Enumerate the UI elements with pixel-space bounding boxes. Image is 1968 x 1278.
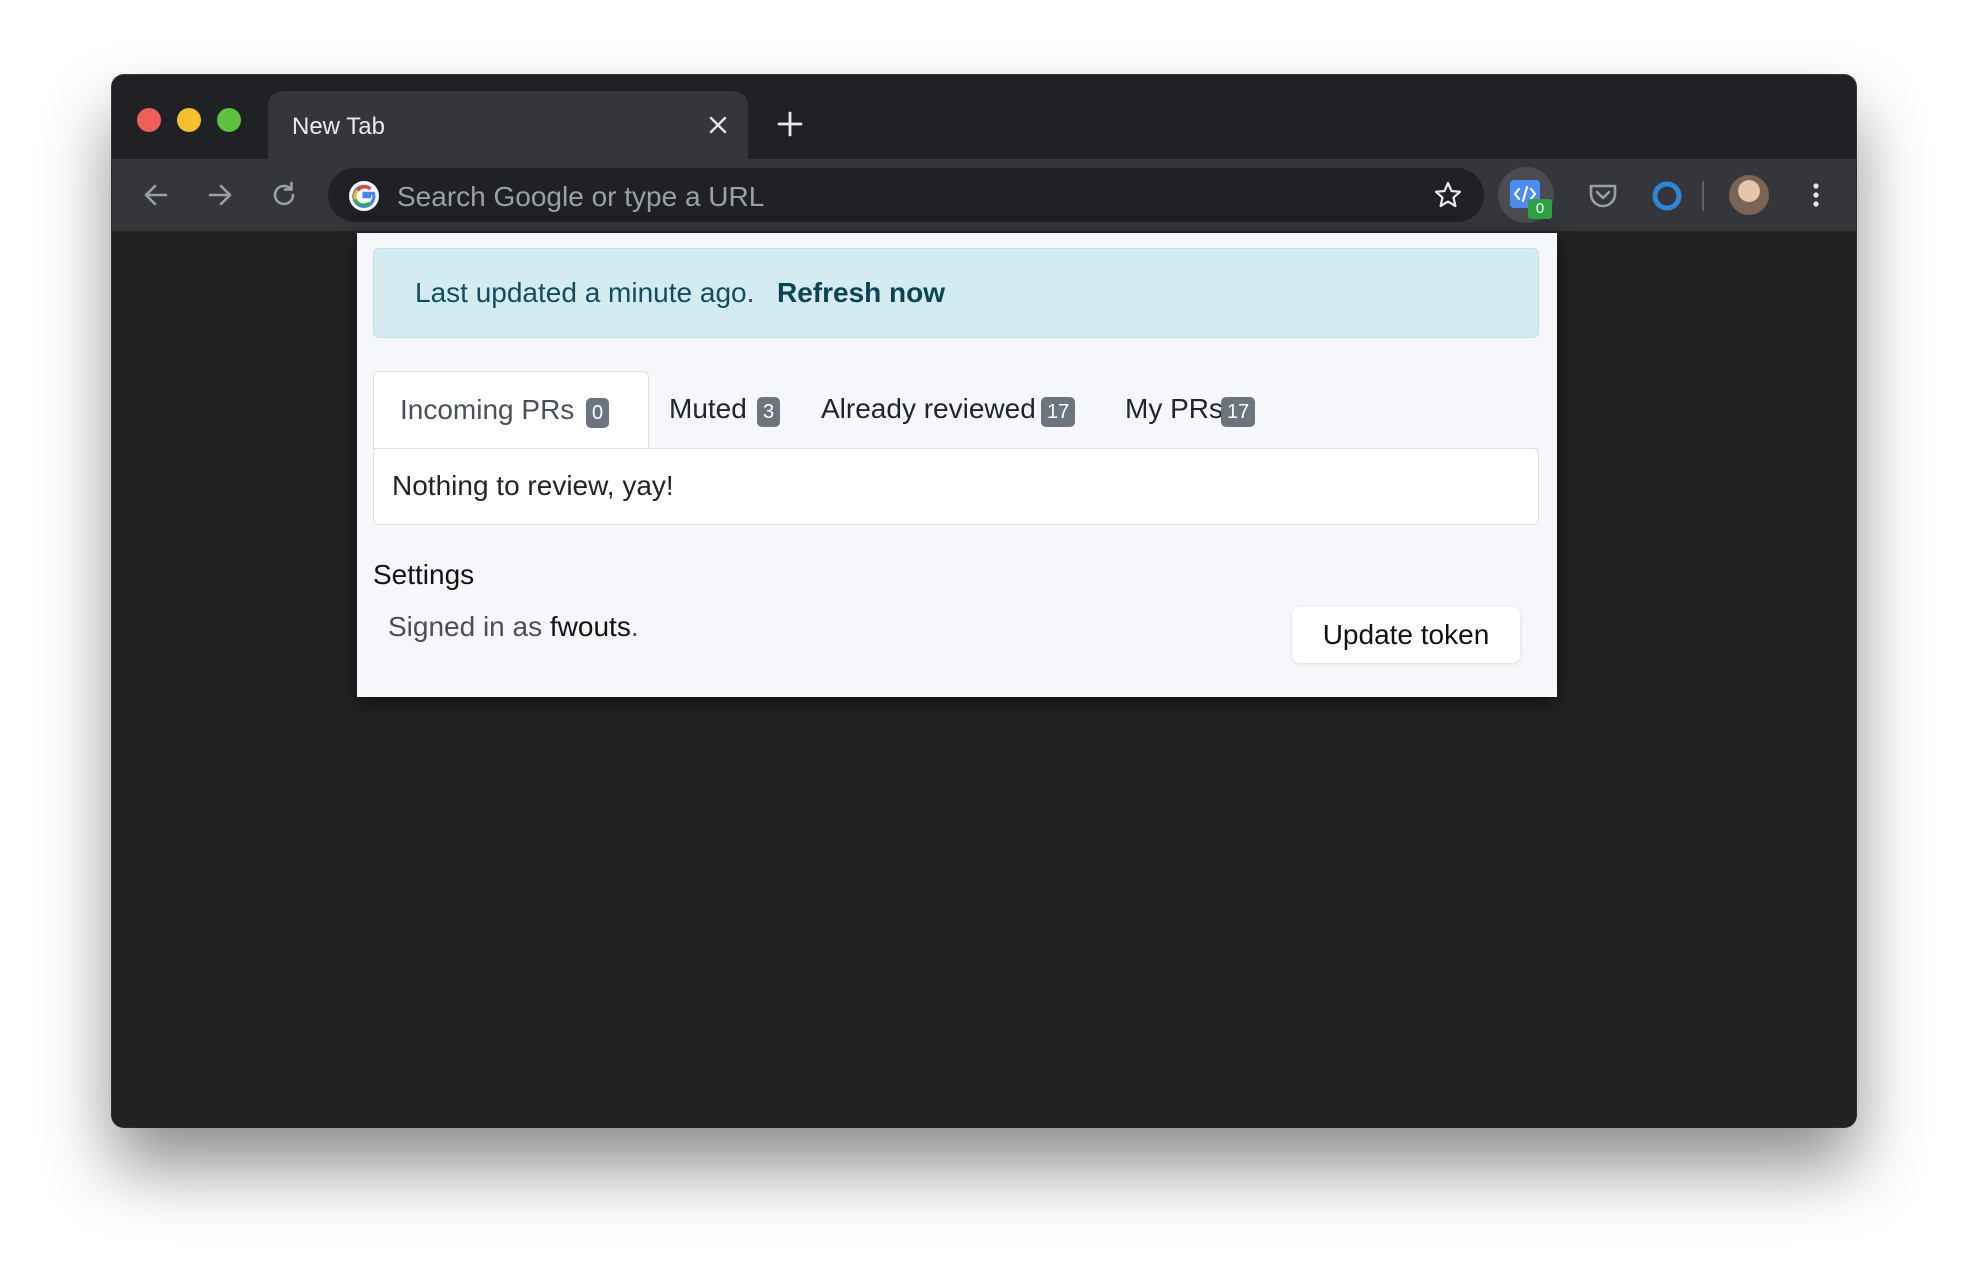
- address-bar[interactable]: Search Google or type a URL: [328, 168, 1484, 222]
- tab-label: Incoming PRs: [400, 394, 575, 425]
- browser-tab[interactable]: New Tab: [268, 91, 748, 159]
- last-updated-text: Last updated a minute ago.: [415, 277, 755, 308]
- signed-in-text: Signed in as fwouts.: [388, 611, 639, 643]
- forward-arrow-icon[interactable]: [204, 179, 236, 211]
- minimize-window-button[interactable]: [177, 108, 201, 132]
- tab-panel: Nothing to review, yay!: [373, 448, 1539, 525]
- extension-ring-icon[interactable]: [1650, 179, 1684, 213]
- count-badge: 3: [757, 397, 781, 427]
- tab-incoming-prs[interactable]: Incoming PRs 0: [373, 371, 649, 449]
- count-badge: 0: [586, 398, 610, 428]
- count-badge: 17: [1041, 397, 1076, 427]
- extension-popup: Last updated a minute ago. Refresh now I…: [357, 233, 1557, 697]
- update-token-button[interactable]: Update token: [1292, 607, 1520, 663]
- refresh-now-link[interactable]: Refresh now: [777, 277, 945, 309]
- tab-label: My PRs: [1125, 393, 1223, 424]
- username: fwouts: [549, 611, 631, 642]
- more-menu-icon[interactable]: [1800, 179, 1832, 211]
- tab-label: Already reviewed: [821, 393, 1036, 424]
- google-icon: [349, 181, 379, 211]
- tab-my-prs[interactable]: My PRs 17: [1089, 371, 1289, 449]
- tab-label: Muted: [669, 393, 747, 424]
- status-alert: Last updated a minute ago. Refresh now: [373, 248, 1539, 338]
- tab-muted[interactable]: Muted 3: [649, 371, 789, 449]
- close-icon[interactable]: [706, 113, 730, 137]
- close-window-button[interactable]: [137, 108, 161, 132]
- tab-title: New Tab: [292, 113, 385, 140]
- reload-icon[interactable]: [268, 179, 300, 211]
- address-bar-placeholder: Search Google or type a URL: [397, 181, 765, 212]
- pocket-icon[interactable]: [1586, 179, 1620, 213]
- extension-badge: 0: [1528, 199, 1552, 219]
- toolbar-divider: [1702, 181, 1704, 211]
- signed-in-suffix: .: [630, 611, 639, 642]
- bookmark-star-icon[interactable]: [1432, 179, 1464, 211]
- settings-heading: Settings: [373, 559, 475, 590]
- back-arrow-icon[interactable]: [140, 179, 172, 211]
- empty-state-text: Nothing to review, yay!: [392, 470, 674, 501]
- profile-avatar[interactable]: [1729, 175, 1769, 215]
- maximize-window-button[interactable]: [217, 108, 241, 132]
- pr-tabs: Incoming PRs 0 Muted 3 Already reviewed …: [373, 371, 1539, 449]
- toolbar: Search Google or type a URL 0: [112, 159, 1856, 231]
- signed-in-prefix: Signed in as: [388, 611, 543, 642]
- tab-already-reviewed[interactable]: Already reviewed 17: [789, 371, 1089, 449]
- title-bar: New Tab: [112, 75, 1856, 159]
- pr-monitor-extension-button[interactable]: 0: [1498, 167, 1554, 223]
- new-tab-icon[interactable]: [776, 110, 804, 138]
- count-badge: 17: [1221, 397, 1256, 427]
